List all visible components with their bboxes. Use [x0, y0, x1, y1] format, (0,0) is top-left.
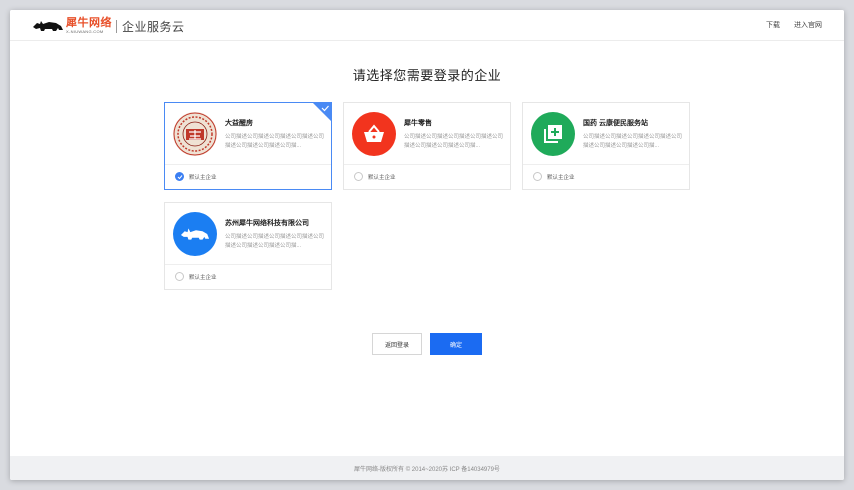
shopping-basket-icon — [352, 112, 396, 156]
app-window: 犀牛网络 X-NIUWANG.COM 企业服务云 下载 进入官网 请选择您需要登… — [10, 10, 844, 480]
radio-unchecked-icon[interactable] — [175, 272, 184, 281]
official-site-link[interactable]: 进入官网 — [794, 20, 822, 30]
basket-graphic — [364, 124, 384, 142]
selected-corner-check-icon — [313, 103, 331, 121]
company-description: 公司描述公司描述公司描述公司描述公司描述公司描述公司描述公司描... — [583, 134, 683, 149]
radio-label: 默认主企业 — [189, 174, 217, 181]
card-divider — [523, 164, 689, 165]
company-card[interactable]: 国药 云康便民服务站 公司描述公司描述公司描述公司描述公司描述公司描述公司描述公… — [522, 102, 690, 190]
download-link[interactable]: 下载 — [766, 20, 780, 30]
company-name: 苏州犀牛网络科技有限公司 — [225, 220, 309, 227]
card-header: 苏州犀牛网络科技有限公司 公司描述公司描述公司描述公司描述公司描述公司描述公司描… — [165, 203, 331, 263]
company-description: 公司描述公司描述公司描述公司描述公司描述公司描述公司描述公司描... — [225, 134, 325, 149]
company-card[interactable]: 苏州犀牛网络科技有限公司 公司描述公司描述公司描述公司描述公司描述公司描述公司描… — [164, 202, 332, 290]
logo-divider — [116, 19, 117, 33]
company-name: 犀牛零售 — [404, 120, 432, 127]
copyright-text: 犀牛网络-版权所有 © 2014~2020苏 ICP 备14034979号 — [354, 466, 500, 473]
company-name: 大益醒房 — [225, 120, 253, 127]
default-company-option[interactable]: 默认主企业 — [354, 172, 396, 181]
dayi-seal-graphic — [173, 112, 217, 156]
top-header: 犀牛网络 X-NIUWANG.COM 企业服务云 下载 进入官网 — [10, 10, 844, 41]
back-to-login-button[interactable]: 返回登录 — [372, 333, 422, 355]
header-links: 下载 进入官网 — [766, 20, 822, 30]
default-company-option[interactable]: 默认主企业 — [533, 172, 575, 181]
radio-unchecked-icon[interactable] — [533, 172, 542, 181]
card-header: 犀牛零售 公司描述公司描述公司描述公司描述公司描述公司描述公司描述公司描... — [344, 103, 510, 163]
product-name: 企业服务云 — [122, 19, 185, 34]
radio-label: 默认主企业 — [547, 174, 575, 181]
default-company-option[interactable]: 默认主企业 — [175, 172, 217, 181]
company-description: 公司描述公司描述公司描述公司描述公司描述公司描述公司描述公司描... — [404, 134, 504, 149]
rhino-logo-icon — [33, 21, 63, 31]
footer: 犀牛网络-版权所有 © 2014~2020苏 ICP 备14034979号 — [10, 456, 844, 480]
default-company-option[interactable]: 默认主企业 — [175, 272, 217, 281]
add-square-graphic — [544, 125, 562, 143]
company-name: 国药 云康便民服务站 — [583, 120, 648, 127]
company-card[interactable]: 大益醒房 公司描述公司描述公司描述公司描述公司描述公司描述公司描述公司描... … — [164, 102, 332, 190]
rhino-graphic — [180, 228, 210, 240]
page-title: 请选择您需要登录的企业 — [352, 68, 502, 83]
radio-unchecked-icon[interactable] — [354, 172, 363, 181]
card-divider — [165, 264, 331, 265]
confirm-button[interactable]: 确定 — [430, 333, 482, 355]
card-header: 国药 云康便民服务站 公司描述公司描述公司描述公司描述公司描述公司描述公司描述公… — [523, 103, 689, 163]
radio-label: 默认主企业 — [368, 174, 396, 181]
brand-logo[interactable]: 犀牛网络 X-NIUWANG.COM 企业服务云 — [32, 17, 185, 35]
company-description: 公司描述公司描述公司描述公司描述公司描述公司描述公司描述公司描... — [225, 234, 325, 249]
card-divider — [165, 164, 331, 165]
rhino-icon — [173, 212, 217, 256]
brand-domain: X-NIUWANG.COM — [66, 29, 104, 34]
radio-checked-icon[interactable] — [175, 172, 184, 181]
card-divider — [344, 164, 510, 165]
add-square-icon — [531, 112, 575, 156]
company-card[interactable]: 犀牛零售 公司描述公司描述公司描述公司描述公司描述公司描述公司描述公司描... … — [343, 102, 511, 190]
brand-text: 犀牛网络 X-NIUWANG.COM — [66, 18, 112, 34]
brand-name: 犀牛网络 — [66, 17, 112, 29]
card-header: 大益醒房 公司描述公司描述公司描述公司描述公司描述公司描述公司描述公司描... — [165, 103, 331, 163]
radio-label: 默认主企业 — [189, 274, 217, 281]
dayi-seal-icon — [173, 112, 217, 156]
